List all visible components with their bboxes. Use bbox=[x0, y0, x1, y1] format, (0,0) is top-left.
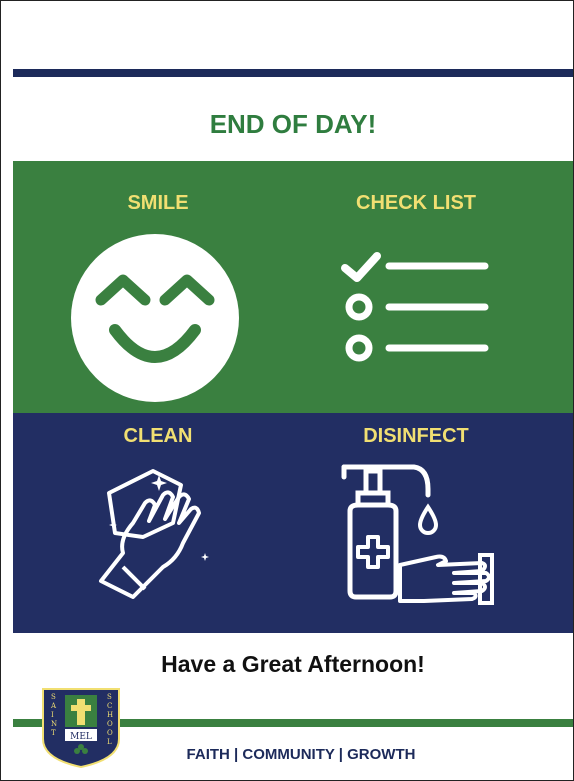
tile-label-clean: CLEAN bbox=[123, 425, 193, 447]
glove-cleaning-icon bbox=[99, 469, 209, 599]
tile-label-disinfect: DISINFECT bbox=[363, 425, 469, 447]
sanitizer-pump-icon bbox=[341, 464, 494, 605]
poster: END OF DAY! SMILE CHECK LIST CLEAN DISIN… bbox=[0, 0, 574, 781]
poster-title: END OF DAY! bbox=[209, 109, 377, 139]
footer-message: Have a Great Afternoon! bbox=[161, 651, 425, 677]
smiley-face-icon bbox=[71, 234, 239, 402]
tile-label-checklist: CHECK LIST bbox=[356, 192, 476, 214]
tile-label-smile: SMILE bbox=[127, 192, 189, 214]
checklist-icon bbox=[341, 252, 489, 362]
school-crest-logo: MEL SAINT SCHOOL bbox=[42, 688, 120, 769]
crest-center-text: MEL bbox=[70, 732, 92, 742]
school-tagline: FAITH | COMMUNITY | GROWTH bbox=[186, 746, 416, 763]
top-navy-bar bbox=[13, 69, 573, 77]
